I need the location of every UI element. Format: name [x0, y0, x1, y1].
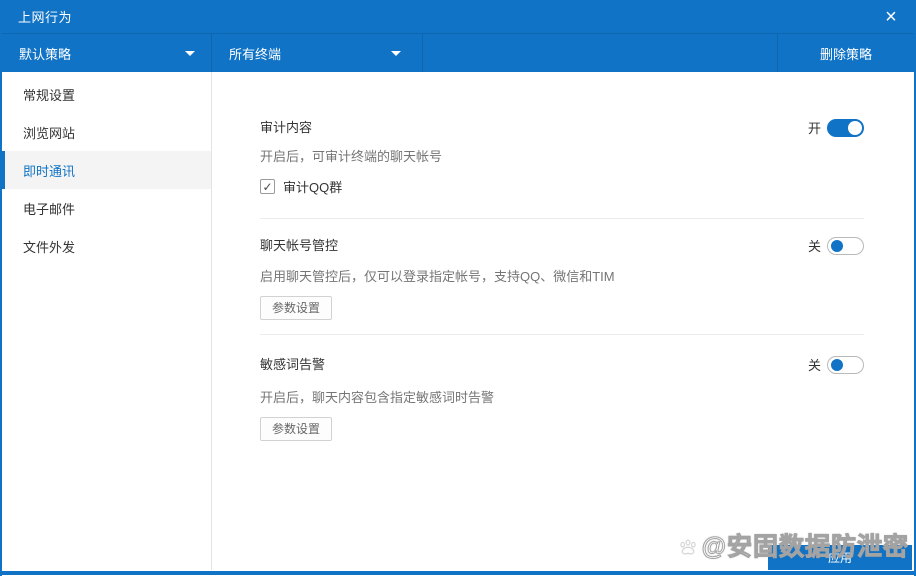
toggle-state-label: 关	[808, 236, 821, 255]
window-title: 上网行为	[18, 7, 72, 26]
sidebar-item-general[interactable]: 常规设置	[2, 75, 211, 113]
sensitive-word-alert-toggle[interactable]	[827, 356, 864, 374]
toggle-knob	[848, 121, 862, 135]
section-audit-content: 审计内容 开 开启后，可审计终端的聊天帐号 ✓ 审计QQ群	[260, 72, 864, 219]
audit-content-toggle[interactable]	[827, 119, 864, 137]
section-header: 敏感词告警 关	[260, 355, 864, 374]
delete-policy-label: 删除策略	[820, 44, 872, 63]
section-header: 审计内容 开	[260, 118, 864, 137]
title-bar: 上网行为 ×	[2, 0, 914, 33]
sidebar: 常规设置 浏览网站 即时通讯 电子邮件 文件外发	[2, 72, 212, 570]
audit-qq-group-checkbox-row[interactable]: ✓ 审计QQ群	[260, 177, 864, 196]
chat-control-toggle-wrap: 关	[808, 236, 864, 255]
section-description: 启用聊天管控后，仅可以登录指定帐号，支持QQ、微信和TIM	[260, 268, 864, 286]
sidebar-item-label: 浏览网站	[23, 123, 75, 142]
sidebar-item-browse-website[interactable]: 浏览网站	[2, 113, 211, 151]
window-bottom-border	[2, 571, 914, 575]
terminal-dropdown-value: 所有终端	[229, 44, 281, 63]
toggle-knob	[831, 359, 843, 371]
internet-behavior-window: 上网行为 × 默认策略 所有终端 删除策略 常规设置 浏览网站 即时通讯 电子邮…	[0, 0, 916, 576]
close-icon[interactable]: ×	[878, 4, 904, 30]
parameter-settings-button[interactable]: 参数设置	[260, 296, 332, 320]
section-title: 聊天帐号管控	[260, 237, 338, 255]
sidebar-item-label: 常规设置	[23, 85, 75, 104]
sidebar-item-label: 即时通讯	[23, 161, 75, 180]
toggle-knob	[831, 240, 843, 252]
sidebar-item-instant-messaging[interactable]: 即时通讯	[2, 151, 211, 189]
chevron-down-icon	[185, 51, 195, 56]
section-title: 敏感词告警	[260, 356, 325, 374]
parameter-settings-button[interactable]: 参数设置	[260, 417, 332, 441]
terminal-dropdown[interactable]: 所有终端	[212, 34, 423, 72]
checkbox-checked-icon[interactable]: ✓	[260, 179, 275, 194]
section-header: 聊天帐号管控 关	[260, 236, 864, 255]
delete-policy-button[interactable]: 删除策略	[777, 34, 914, 72]
section-sensitive-word-alert: 敏感词告警 关 开启后，聊天内容包含指定敏感词时告警 参数设置	[260, 335, 864, 441]
toolbar-spacer	[423, 34, 777, 72]
toggle-state-label: 开	[808, 118, 821, 137]
sidebar-item-label: 电子邮件	[23, 199, 75, 218]
toolbar: 默认策略 所有终端 删除策略	[2, 33, 914, 72]
sidebar-item-label: 文件外发	[23, 237, 75, 256]
section-description: 开启后，聊天内容包含指定敏感词时告警	[260, 389, 864, 407]
section-title: 审计内容	[260, 119, 312, 137]
sidebar-item-file-outgoing[interactable]: 文件外发	[2, 227, 211, 265]
section-description: 开启后，可审计终端的聊天帐号	[260, 148, 864, 166]
apply-button[interactable]: 应用	[768, 545, 912, 570]
checkbox-label: 审计QQ群	[283, 177, 342, 196]
toggle-state-label: 关	[808, 355, 821, 374]
sidebar-item-email[interactable]: 电子邮件	[2, 189, 211, 227]
chat-account-control-toggle[interactable]	[827, 237, 864, 255]
settings-panel: 审计内容 开 开启后，可审计终端的聊天帐号 ✓ 审计QQ群 聊天帐号管控 关	[212, 72, 914, 570]
chevron-down-icon	[391, 51, 401, 56]
sensitive-word-toggle-wrap: 关	[808, 355, 864, 374]
audit-toggle-wrap: 开	[808, 118, 864, 137]
policy-dropdown-value: 默认策略	[19, 44, 71, 63]
section-chat-account-control: 聊天帐号管控 关 启用聊天管控后，仅可以登录指定帐号，支持QQ、微信和TIM 参…	[260, 219, 864, 335]
policy-dropdown[interactable]: 默认策略	[2, 34, 212, 72]
